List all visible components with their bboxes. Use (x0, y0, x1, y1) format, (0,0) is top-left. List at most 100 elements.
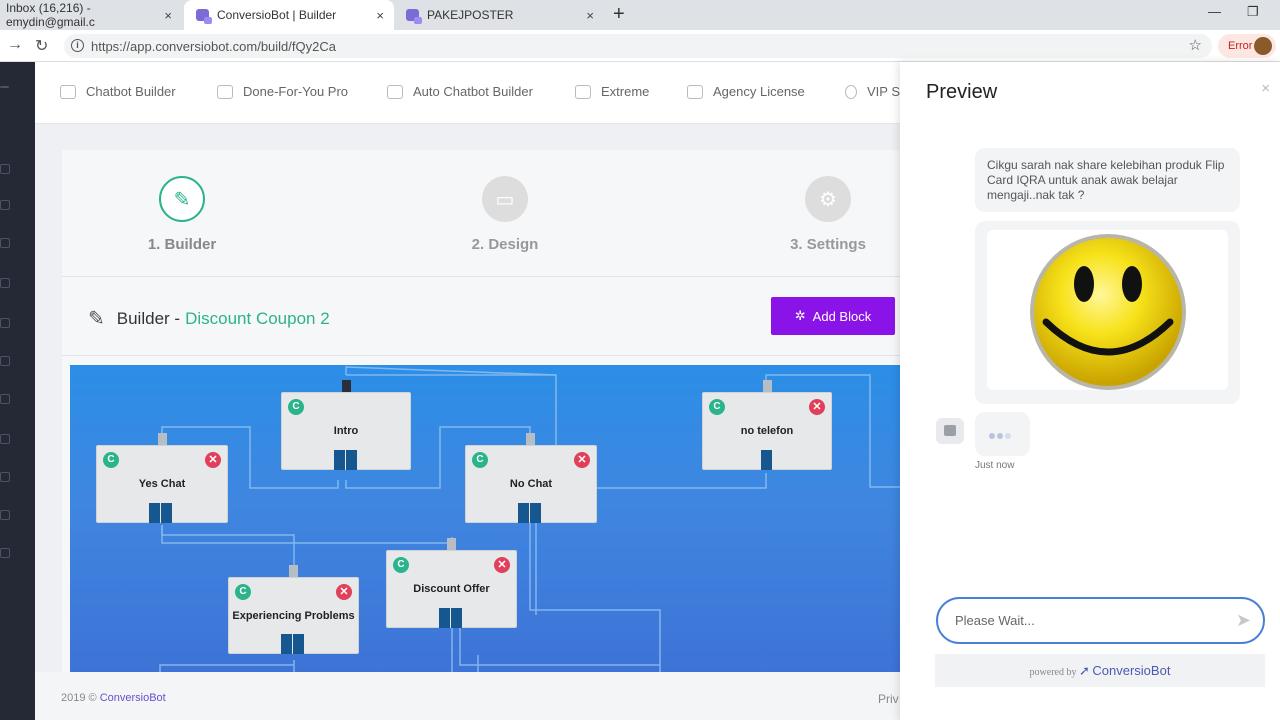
sidebar-icon[interactable] (0, 164, 10, 174)
sidebar-icon[interactable] (0, 200, 10, 210)
typing-dot (997, 433, 1003, 439)
message-timestamp: Just now (975, 460, 1015, 471)
send-icon (387, 84, 403, 99)
delete-block-icon[interactable]: ✕ (574, 452, 590, 468)
delete-block-icon[interactable]: ✕ (494, 557, 510, 573)
typing-indicator (975, 412, 1030, 456)
output-port[interactable] (439, 608, 450, 628)
output-port[interactable] (346, 450, 357, 470)
sidebar-icon[interactable] (0, 356, 10, 366)
nav-label: Done-For-You Pro (243, 84, 349, 99)
nav-chatbot-builder[interactable]: Chatbot Builder (60, 84, 176, 99)
step-builder[interactable]: ✎ 1. Builder (122, 176, 242, 253)
badge-icon (845, 84, 857, 99)
reload-icon[interactable]: ↻ (35, 36, 48, 56)
block-no-telefon[interactable]: C ✕ no telefon (702, 380, 832, 470)
delete-block-icon[interactable]: ✕ (205, 452, 221, 468)
close-tab-icon[interactable]: × (164, 8, 172, 23)
output-port[interactable] (334, 450, 345, 470)
bookmark-star-icon[interactable]: ☆ (1189, 36, 1202, 54)
sidebar-icon[interactable] (0, 394, 10, 404)
preview-panel: Preview × Cikgu sarah nak share kelebiha… (900, 62, 1280, 720)
block-intro[interactable]: C Intro (281, 380, 411, 470)
tab-title: PAKEJPOSTER (427, 8, 514, 22)
minimize-window-button[interactable]: — (1208, 4, 1221, 19)
nav-vip-support[interactable]: VIP Su (845, 84, 907, 99)
output-port[interactable] (518, 503, 529, 523)
timer-icon (575, 84, 591, 99)
output-port[interactable] (281, 634, 292, 654)
step-design[interactable]: ▭ 2. Design (445, 176, 565, 253)
block-discount-offer[interactable]: C ✕ Discount Offer (386, 538, 517, 628)
output-port[interactable] (451, 608, 462, 628)
input-port[interactable] (526, 433, 535, 445)
site-info-icon[interactable]: i (71, 39, 84, 52)
left-sidebar (0, 62, 35, 720)
input-port[interactable] (289, 565, 298, 577)
sidebar-icon[interactable] (0, 238, 10, 248)
content-badge-icon: C (393, 557, 409, 573)
output-port[interactable] (161, 503, 172, 523)
sidebar-icon[interactable] (0, 548, 10, 558)
nav-extreme[interactable]: Extreme (575, 84, 649, 99)
new-tab-button[interactable]: + (613, 3, 625, 26)
content-badge-icon: C (472, 452, 488, 468)
bot-message-bubble: Cikgu sarah nak share kelebihan produk F… (975, 148, 1240, 212)
copyright: 2019 © ConversioBot (61, 692, 166, 704)
menu-icon[interactable] (0, 86, 9, 88)
close-tab-icon[interactable]: × (376, 8, 384, 23)
block-no-chat[interactable]: C ✕ No Chat (465, 433, 597, 523)
nav-label: Auto Chatbot Builder (413, 84, 533, 99)
builder-title: Builder - (116, 308, 181, 328)
tab-pakejposter[interactable]: PAKEJPOSTER × (396, 0, 604, 30)
sidebar-icon[interactable] (0, 510, 10, 520)
close-icon[interactable]: × (1261, 80, 1270, 97)
sidebar-icon[interactable] (0, 278, 10, 288)
output-port[interactable] (530, 503, 541, 523)
delete-block-icon[interactable]: ✕ (809, 399, 825, 415)
add-block-label: Add Block (812, 308, 872, 324)
input-port[interactable] (342, 380, 351, 392)
input-port[interactable] (447, 538, 456, 550)
smiley-face-icon (1030, 234, 1186, 390)
nav-done-for-you-pro[interactable]: Done-For-You Pro (217, 84, 348, 99)
nav-agency-license[interactable]: Agency License (687, 84, 805, 99)
sidebar-icon[interactable] (0, 318, 10, 328)
browser-tab-bar: Inbox (16,216) - emydin@gmail.c × Conver… (0, 0, 1280, 30)
block-yes-chat[interactable]: C ✕ Yes Chat (96, 433, 228, 523)
flow-canvas[interactable]: C Intro C ✕ Yes Chat C ✕ No Chat C ✕ no … (70, 365, 900, 672)
nav-label: Chatbot Builder (86, 84, 176, 99)
tab-inbox[interactable]: Inbox (16,216) - emydin@gmail.c × (0, 0, 182, 30)
privacy-link[interactable]: Priv (878, 692, 899, 706)
powered-brand[interactable]: ConversioBot (1092, 663, 1170, 678)
send-icon[interactable]: ➤ (1236, 610, 1251, 631)
restore-window-button[interactable]: ❐ (1247, 4, 1259, 20)
tab-conversiobot-builder[interactable]: ConversioBot | Builder × (184, 0, 394, 30)
pencil-icon: ✎ (88, 308, 105, 330)
step-label: 2. Design (471, 236, 539, 253)
sidebar-icon[interactable] (0, 472, 10, 482)
input-port[interactable] (158, 433, 167, 445)
output-port[interactable] (761, 450, 772, 470)
delete-block-icon[interactable]: ✕ (336, 584, 352, 600)
block-title: Yes Chat (138, 478, 186, 490)
forward-icon[interactable]: → (7, 36, 23, 54)
sidebar-icon[interactable] (0, 434, 10, 444)
output-port[interactable] (293, 634, 304, 654)
add-block-button[interactable]: ✲ Add Block (771, 297, 895, 335)
chat-input[interactable]: Please Wait... ➤ (936, 597, 1265, 644)
chatbot-icon (60, 84, 76, 99)
bot-image-message (975, 221, 1240, 404)
block-experiencing-problems[interactable]: C ✕ Experiencing Problems (228, 565, 359, 654)
step-settings[interactable]: ⚙ 3. Settings (768, 176, 888, 253)
profile-error-button[interactable]: Error (1218, 34, 1276, 58)
pencil-icon: ✎ (159, 176, 205, 222)
url-text[interactable]: https://app.conversiobot.com/build/fQy2C… (91, 39, 336, 54)
output-port[interactable] (149, 503, 160, 523)
nav-auto-chatbot-builder[interactable]: Auto Chatbot Builder (387, 84, 533, 99)
input-port[interactable] (763, 380, 772, 392)
close-tab-icon[interactable]: × (586, 8, 594, 23)
conversiobot-link[interactable]: ConversioBot (100, 692, 166, 704)
address-bar[interactable]: i https://app.conversiobot.com/build/fQy… (64, 34, 1212, 58)
page-footer: 2019 © ConversioBot Priv (35, 672, 900, 720)
